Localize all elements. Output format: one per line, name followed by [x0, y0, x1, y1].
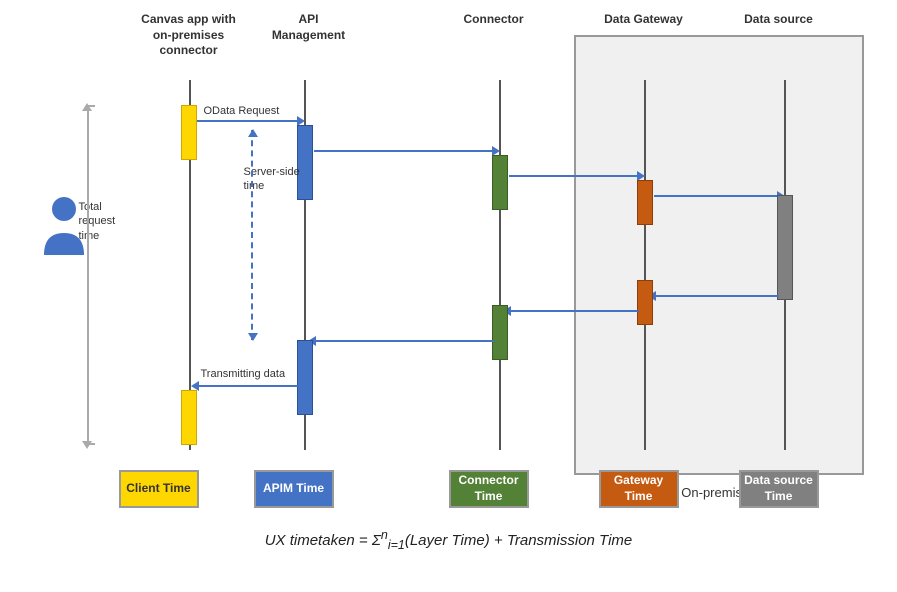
arrow-connector-apim-return: [314, 340, 494, 342]
arrow-gateway-connector-return: [509, 310, 639, 312]
odata-label: OData Request: [204, 105, 280, 117]
arrow-datasource-gateway-return: [654, 295, 779, 297]
datasource-block: [777, 195, 793, 300]
legend-connector-box: Connector Time: [449, 470, 529, 508]
server-side-label: Server-side time: [244, 165, 314, 194]
arrow-connector-gateway: [509, 175, 639, 177]
arrow-apim-canvas-return: [197, 385, 299, 387]
legend-gateway: Gateway Time: [599, 470, 679, 508]
vline-connector: [499, 80, 501, 450]
brace-top-arrow: [82, 103, 92, 111]
vline-gateway: [644, 80, 646, 450]
formula-text: UX timetaken = Σni=1(Layer Time) + Trans…: [265, 532, 633, 549]
legend-client-box: Client Time: [119, 470, 199, 508]
connector-block-top: [492, 155, 508, 210]
legend-gateway-box: Gateway Time: [599, 470, 679, 508]
legend-apim: APIM Time: [254, 470, 334, 508]
diagram-area: On-premises Canvas app with on-premises …: [9, 10, 889, 520]
transmitting-label: Transmitting data: [201, 368, 286, 380]
main-container: On-premises Canvas app with on-premises …: [0, 0, 897, 592]
legend-datasource-box: Data source Time: [739, 470, 819, 508]
header-connector: Connector: [454, 12, 534, 28]
header-canvas: Canvas app with on-premises connector: [139, 12, 239, 59]
legend-datasource: Data source Time: [739, 470, 819, 508]
formula-area: UX timetaken = Σni=1(Layer Time) + Trans…: [0, 528, 897, 552]
apim-block-bottom: [297, 340, 313, 415]
header-gateway: Data Gateway: [599, 12, 689, 28]
server-side-dbl-arrow: [251, 130, 253, 340]
header-apim: API Management: [264, 12, 354, 43]
canvas-block-top: [181, 105, 197, 160]
total-brace: [87, 105, 95, 445]
legend-apim-box: APIM Time: [254, 470, 334, 508]
connector-block-bottom: [492, 305, 508, 360]
header-datasource: Data source: [739, 12, 819, 28]
gateway-block-bottom: [637, 280, 653, 325]
arrow-gateway-datasource: [654, 195, 779, 197]
legend-connector: Connector Time: [449, 470, 529, 508]
brace-bottom-arrow: [82, 441, 92, 449]
arrow-apim-connector: [314, 150, 494, 152]
gateway-block-top: [637, 180, 653, 225]
canvas-block-bottom: [181, 390, 197, 445]
arrow-odata: [197, 120, 299, 122]
legend-client: Client Time: [119, 470, 199, 508]
onpremises-box: [574, 35, 864, 475]
